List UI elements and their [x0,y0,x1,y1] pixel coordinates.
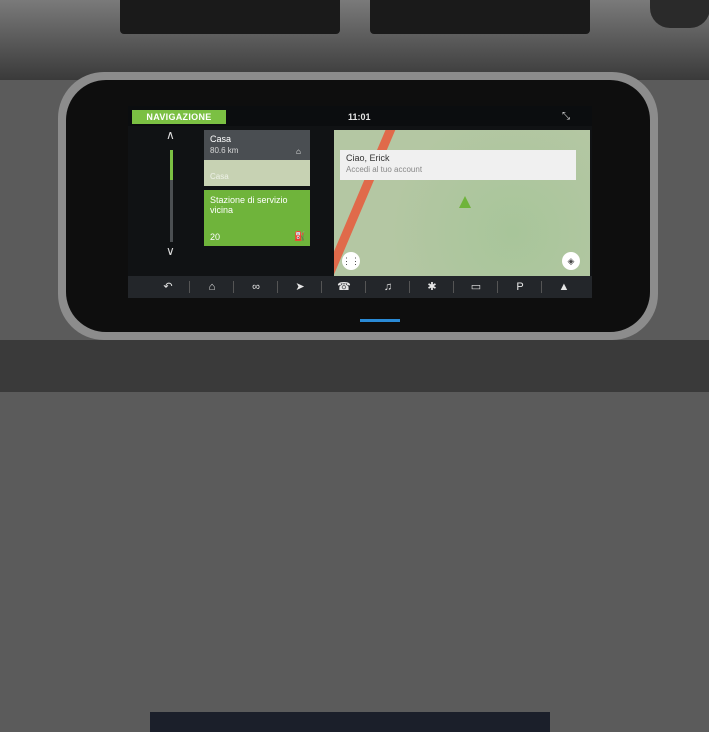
home-icon[interactable]: ⌂ [190,279,234,295]
collapse-arrows-icon[interactable]: ⤡ [562,111,570,122]
grid-icon[interactable]: ⋮⋮ [342,252,360,270]
center-console [0,340,709,732]
position-arrow-icon [459,196,471,208]
card-distance: 80.6 km [210,146,239,155]
camera-icon[interactable]: ▭ [454,279,498,295]
tab-navigazione[interactable]: NAVIGAZIONE [132,110,226,124]
terrain-icon[interactable]: ▲ [542,279,586,295]
map-view[interactable]: Ciao, Erick Accedi al tuo account ⋮⋮ ◈ [334,130,590,276]
sign-in-link[interactable]: Accedi al tuo account [346,165,422,174]
card-subtitle: Casa [210,172,229,181]
home-icon: ⌂ [296,147,301,156]
chevron-down-icon[interactable]: ∨ [166,244,175,258]
greeting-text: Ciao, Erick [346,153,390,163]
favorite-card-fuel[interactable]: Stazione di servizio vicina 20 ⛽ [204,190,310,246]
card-count: 20 [210,232,221,242]
bottom-nav-bar: ↶ ⌂ ∞ ➤ ☎ ♫ ✱ ▭ P ▲ [128,276,592,298]
chevron-up-icon[interactable]: ∧ [166,128,175,142]
dashboard-top [0,0,709,80]
bluetooth-icon[interactable]: ✱ [410,279,454,295]
parking-icon[interactable]: P [498,279,542,295]
infotainment-screen: NAVIGAZIONE 11:01 ⤡ ∧ ∨ Casa 80.6 km ⌂ C… [128,106,592,298]
scroll-thumb[interactable] [170,150,173,180]
media-icon[interactable]: ♫ [366,279,410,295]
navigation-arrow-icon[interactable]: ➤ [278,279,322,295]
air-vent-left [120,0,340,34]
layers-icon[interactable]: ◈ [562,252,580,270]
dashboard-knob [650,0,709,28]
account-banner[interactable]: Ciao, Erick Accedi al tuo account [340,150,576,180]
phone-icon[interactable]: ☎ [322,279,366,295]
fuel-icon: ⛽ [294,231,306,241]
card-subtitle-strip: Casa [204,160,310,186]
favorite-card-casa[interactable]: Casa 80.6 km ⌂ Casa [204,130,310,186]
card-title: Casa [210,134,232,144]
top-status-bar: NAVIGAZIONE 11:01 ⤡ [128,106,592,126]
home-indicator [360,319,400,322]
back-icon[interactable]: ↶ [146,279,190,295]
clock: 11:01 [348,112,371,122]
card-title: Stazione di servizio vicina [210,195,288,215]
climate-panel [150,712,550,732]
connected-apps-icon[interactable]: ∞ [234,279,278,295]
air-vent-right [370,0,590,34]
